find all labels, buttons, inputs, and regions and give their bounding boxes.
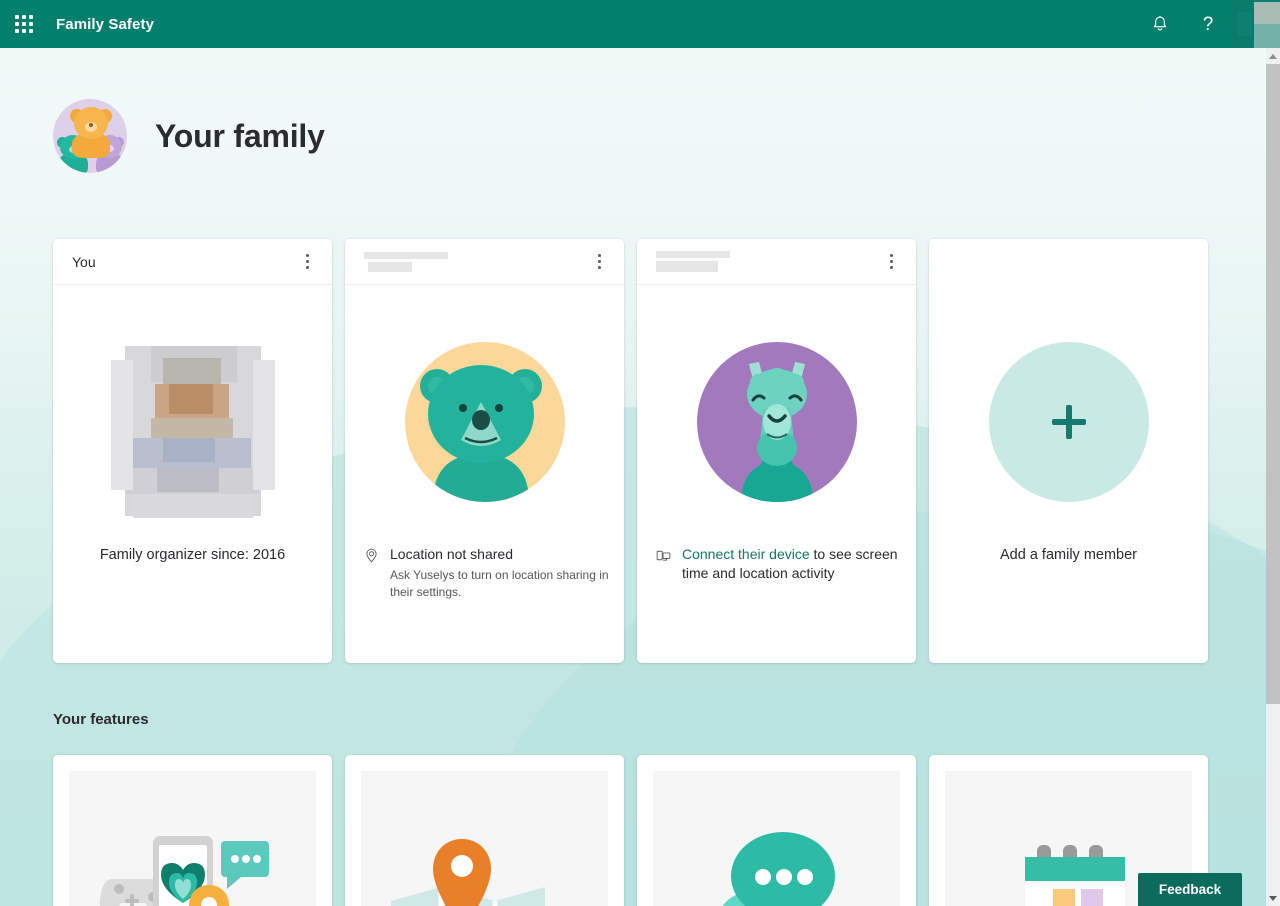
member-caption: Family organizer since: 2016 — [99, 547, 286, 563]
member-options-button[interactable] — [292, 247, 322, 277]
question-mark-icon: ? — [1202, 13, 1214, 35]
member-status: Location not shared Ask Yuselys to turn … — [363, 545, 610, 601]
add-member-body: Add a family member — [929, 285, 1208, 663]
member-name-redacted — [656, 251, 730, 272]
add-member-caption: Add a family member — [1000, 547, 1137, 563]
member-card-body: Family organizer since: 2016 — [53, 285, 332, 663]
add-member-button[interactable] — [988, 342, 1149, 502]
chat-bubble-icon — [221, 841, 269, 889]
location-map-illustration — [361, 771, 608, 906]
family-member-cards: You Family organizer since: 2016 Locatio… — [53, 239, 1208, 663]
member-card-body: Location not shared Ask Yuselys to turn … — [345, 285, 624, 663]
member-card-you[interactable]: You Family organizer since: 2016 — [53, 239, 332, 663]
status-subtitle: Ask Yuselys to turn on location sharing … — [390, 568, 609, 599]
header-actions: ? — [1136, 0, 1280, 48]
member-card-body: Connect their device to see screen time … — [637, 285, 916, 663]
llama-avatar-icon — [740, 362, 813, 502]
page-scrollbar[interactable] — [1266, 48, 1280, 906]
account-avatar[interactable] — [1232, 0, 1280, 48]
member-avatar-blurred — [110, 340, 275, 520]
page-header: Your family — [53, 98, 325, 174]
app-title: Family Safety — [56, 15, 155, 33]
member-card-third[interactable]: Connect their device to see screen time … — [637, 239, 916, 663]
location-pin-icon — [363, 547, 380, 601]
chat-bubble-large-icon — [731, 832, 835, 906]
feedback-button[interactable]: Feedback — [1138, 873, 1242, 906]
page-title: Your family — [155, 117, 325, 154]
help-button[interactable]: ? — [1184, 0, 1232, 48]
member-options-button[interactable] — [876, 247, 906, 277]
app-launcher-button[interactable] — [0, 0, 48, 48]
messaging-illustration — [653, 771, 900, 906]
calendar-icon — [1025, 845, 1125, 906]
bell-icon — [1153, 16, 1167, 31]
connect-device-link[interactable]: Connect their device — [682, 546, 810, 562]
orange-bear-icon — [70, 105, 112, 158]
member-options-button[interactable] — [584, 247, 614, 277]
feature-card-screen-time[interactable] — [53, 755, 332, 906]
features-heading: Your features — [53, 711, 149, 728]
status-title: Connect their device to see screen time … — [682, 545, 902, 583]
scroll-up-button[interactable] — [1266, 48, 1280, 64]
member-card-header — [637, 239, 916, 285]
member-name-redacted — [364, 251, 448, 272]
device-connect-icon — [655, 547, 672, 583]
app-header: Family Safety ? — [0, 0, 1280, 48]
feature-card-location[interactable] — [345, 755, 624, 906]
family-bears-avatar — [53, 99, 127, 173]
scroll-down-button[interactable] — [1266, 890, 1280, 906]
notifications-button[interactable] — [1136, 0, 1184, 48]
member-card-header — [345, 239, 624, 285]
member-card-header: You — [53, 239, 332, 285]
member-card-second[interactable]: Location not shared Ask Yuselys to turn … — [345, 239, 624, 663]
add-family-member-card[interactable]: Add a family member — [929, 239, 1208, 663]
member-status: Connect their device to see screen time … — [655, 545, 902, 583]
member-avatar-llama — [696, 342, 857, 502]
member-name: You — [72, 253, 96, 270]
feature-cards — [53, 755, 1208, 906]
member-avatar-bear — [404, 342, 565, 502]
feature-card-messaging[interactable] — [637, 755, 916, 906]
screen-time-illustration — [69, 771, 316, 906]
waffle-icon — [15, 15, 33, 33]
scrollbar-thumb[interactable] — [1266, 64, 1280, 704]
status-title: Location not shared — [390, 546, 513, 562]
location-pin-icon — [433, 839, 491, 906]
plus-icon — [1051, 405, 1086, 439]
page-scroll-area: Your family You Family organizer since: … — [0, 48, 1266, 906]
bear-avatar-icon — [419, 365, 542, 502]
